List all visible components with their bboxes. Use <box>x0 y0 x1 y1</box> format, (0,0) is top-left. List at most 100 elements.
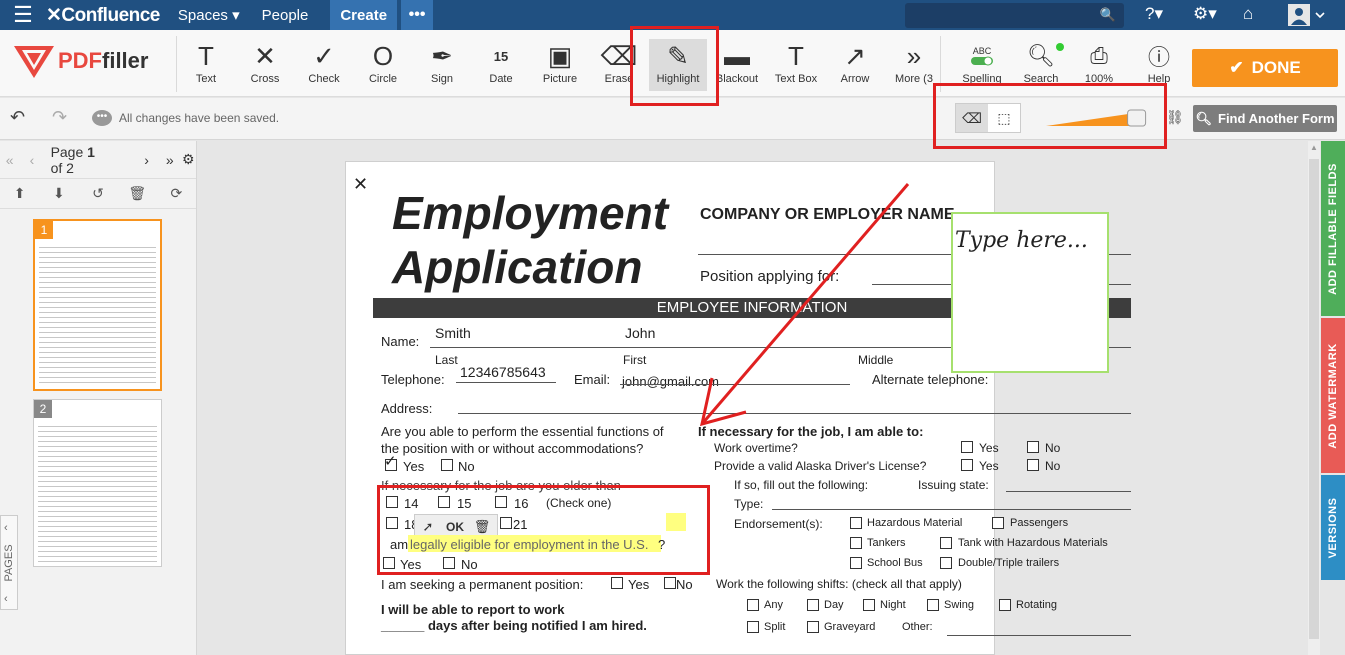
pdffiller-logo-icon <box>14 44 54 78</box>
move-down-icon[interactable]: ⬇ <box>39 185 78 202</box>
overtime-yes-checkbox[interactable] <box>961 441 973 453</box>
comment-icon: ••• <box>92 110 112 126</box>
more-button[interactable]: ••• <box>401 0 434 30</box>
shift-any-checkbox[interactable] <box>747 599 759 611</box>
notifications-icon[interactable]: ⌂ <box>1243 4 1253 24</box>
gear-icon[interactable]: ⚙ <box>180 151 196 168</box>
add-watermark-tab[interactable]: ADD WATERMARK <box>1321 318 1345 473</box>
tool-text[interactable]: T Text <box>177 39 235 91</box>
sign-icon: ✒ <box>431 40 453 71</box>
link-icon[interactable]: ⛓ <box>1166 109 1184 126</box>
more-icon: » <box>906 40 922 71</box>
scrollbar[interactable]: ▲ <box>1308 141 1320 655</box>
tank-hazardous-checkbox[interactable] <box>940 537 952 549</box>
user-icon <box>1288 4 1325 26</box>
tankers-checkbox[interactable] <box>850 537 862 549</box>
doc-title-line1: Employment <box>392 187 669 239</box>
chevron-left-icon: ‹ <box>4 522 8 534</box>
text-icon: T <box>198 40 214 71</box>
tool-sign[interactable]: ✒ Sign <box>413 39 471 91</box>
refresh-icon[interactable]: ⟳ <box>157 185 196 202</box>
highlight-annotation-box <box>630 26 719 106</box>
add-fillable-fields-tab[interactable]: ADD FILLABLE FIELDS <box>1321 141 1345 316</box>
page-actions: ⬆ ⬇ ↺ 🗑 ⟳ <box>0 179 196 209</box>
undo-icon[interactable]: ↶ <box>10 107 25 128</box>
settings-icon[interactable]: ⚙▾ <box>1193 4 1217 24</box>
date-icon: 15 <box>493 48 509 64</box>
versions-tab[interactable]: VERSIONS <box>1321 475 1345 580</box>
status-dot <box>1056 43 1064 51</box>
shift-night-checkbox[interactable] <box>863 599 875 611</box>
page-thumbnail-2[interactable]: 2 <box>33 399 162 567</box>
permanent-yes-checkbox[interactable] <box>611 577 623 589</box>
close-icon[interactable]: ✕ <box>353 174 368 195</box>
redo-icon[interactable]: ↷ <box>52 107 67 128</box>
overtime-no-checkbox[interactable] <box>1027 441 1039 453</box>
tool-arrow[interactable]: ↗ Arrow <box>826 39 884 91</box>
help-icon: ⓘ <box>1147 45 1170 70</box>
first-page-icon[interactable]: « <box>0 152 19 168</box>
passengers-checkbox[interactable] <box>992 517 1004 529</box>
perform-no-checkbox[interactable] <box>441 459 453 471</box>
zoom-icon: ⎙ <box>1090 43 1108 68</box>
scroll-up-icon: ▲ <box>1310 143 1318 152</box>
tool-text-box[interactable]: T Text Box <box>767 39 825 91</box>
done-button[interactable]: ✔ DONE <box>1192 49 1338 87</box>
move-up-icon[interactable]: ⬆ <box>0 185 39 202</box>
chevron-left-icon: ‹ <box>4 593 8 605</box>
hazardous-checkbox[interactable] <box>850 517 862 529</box>
page-navigation: « ‹ Page 1 of 2 › » ⚙ <box>0 141 196 179</box>
form-annotation-box <box>377 485 710 575</box>
rotate-icon[interactable]: ↺ <box>78 185 117 202</box>
license-no-checkbox[interactable] <box>1027 459 1039 471</box>
confluence-logo[interactable]: ✕Confluence <box>46 4 160 27</box>
tool-circle[interactable]: O Circle <box>354 39 412 91</box>
find-another-form-button[interactable]: 🔍︎ Find Another Form <box>1193 105 1337 132</box>
first-name-field[interactable]: John <box>625 325 655 341</box>
eraser-annotation-box <box>933 83 1167 149</box>
search-icon: 🔍 <box>1099 7 1116 22</box>
check-icon: ✔ <box>1229 58 1244 77</box>
tool-date[interactable]: 15 Date <box>472 39 530 91</box>
nav-people[interactable]: People <box>262 7 309 24</box>
type-here-textbox[interactable]: Type here... <box>951 212 1109 373</box>
tool-cross[interactable]: ✕ Cross <box>236 39 294 91</box>
shift-graveyard-checkbox[interactable] <box>807 621 819 633</box>
check-icon: ✓ <box>313 40 335 71</box>
doc-title-line2: Application <box>392 241 643 293</box>
license-yes-checkbox[interactable] <box>961 459 973 471</box>
nav-spaces[interactable]: Spaces ▾ <box>178 6 240 24</box>
user-avatar[interactable] <box>1288 4 1330 26</box>
save-status: ••• All changes have been saved. <box>92 110 279 126</box>
header-search-input[interactable]: 🔍 <box>905 3 1124 28</box>
scrollbar-thumb[interactable] <box>1309 159 1319 639</box>
help-menu-icon[interactable]: ?▾ <box>1145 4 1163 24</box>
picture-icon: ▣ <box>547 40 573 71</box>
shift-day-checkbox[interactable] <box>807 599 819 611</box>
tool-picture[interactable]: ▣ Picture <box>531 39 589 91</box>
circle-icon: O <box>372 40 394 71</box>
telephone-field[interactable]: 12346785643 <box>460 364 546 380</box>
search-doc-icon: 🔍︎ <box>1012 39 1070 73</box>
red-arrow-annotation <box>700 183 910 427</box>
last-name-field[interactable]: Smith <box>435 325 471 341</box>
prev-page-icon[interactable]: ‹ <box>19 152 44 168</box>
cross-icon: ✕ <box>254 40 276 71</box>
page-thumbnail-1[interactable]: 1 <box>33 219 162 391</box>
permanent-no-checkbox[interactable] <box>664 577 676 589</box>
pages-tab[interactable]: ‹ PAGES ‹ <box>0 515 18 610</box>
tool-check[interactable]: ✓ Check <box>295 39 353 91</box>
shift-split-checkbox[interactable] <box>747 621 759 633</box>
school-bus-checkbox[interactable] <box>850 557 862 569</box>
delete-page-icon[interactable]: 🗑 <box>118 185 157 202</box>
next-page-icon[interactable]: › <box>134 152 159 168</box>
page-indicator[interactable]: Page 1 of 2 <box>51 144 120 176</box>
checkmark-icon: ✓ <box>384 453 397 470</box>
pdffiller-logo: PDFfiller <box>14 44 148 78</box>
shift-rotating-checkbox[interactable] <box>999 599 1011 611</box>
shift-swing-checkbox[interactable] <box>927 599 939 611</box>
last-page-icon[interactable]: » <box>159 152 180 168</box>
menu-icon[interactable]: ☰ <box>0 0 46 30</box>
double-triple-checkbox[interactable] <box>940 557 952 569</box>
create-button[interactable]: Create <box>330 0 398 30</box>
